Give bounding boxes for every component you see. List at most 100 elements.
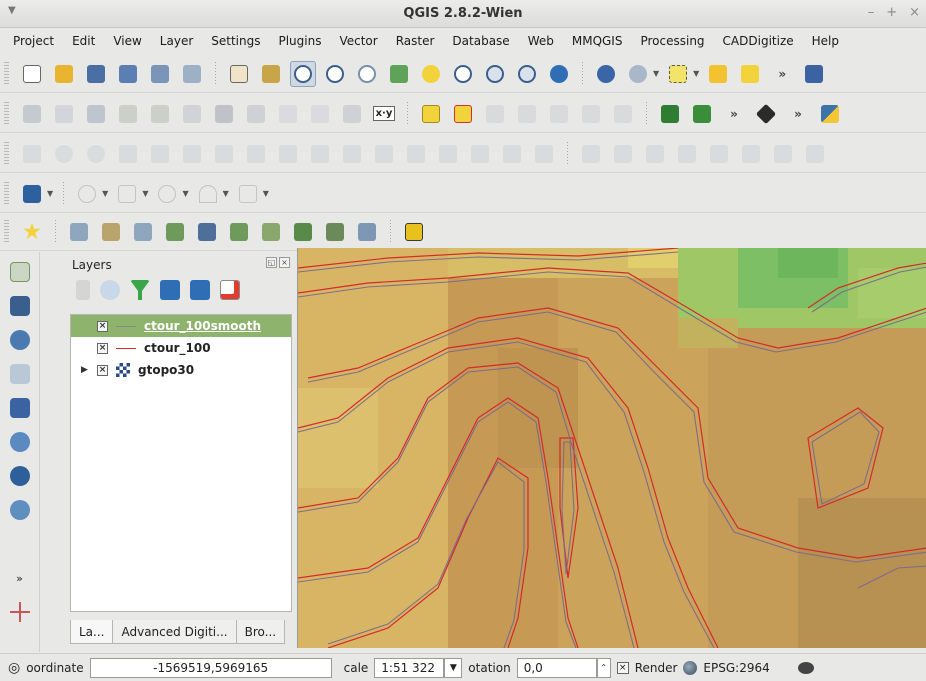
crosshair-icon[interactable] bbox=[5, 598, 35, 626]
render-checkbox[interactable]: × bbox=[616, 661, 629, 674]
visibility-eye-icon[interactable] bbox=[100, 280, 120, 300]
label-abc-icon[interactable] bbox=[418, 101, 444, 127]
remove-layer-icon[interactable] bbox=[220, 280, 240, 300]
menu-help[interactable]: Help bbox=[803, 34, 848, 48]
identify-icon[interactable] bbox=[593, 61, 619, 87]
crs-globe-icon[interactable] bbox=[683, 660, 698, 675]
chevron-down-icon[interactable]: ▼ bbox=[263, 189, 269, 198]
maximize-button[interactable]: + bbox=[886, 5, 897, 20]
chevron-down-icon[interactable]: ▼ bbox=[102, 189, 108, 198]
label-rotate-icon[interactable] bbox=[514, 101, 540, 127]
ellipse-tool-icon[interactable] bbox=[154, 181, 180, 207]
expression-icon[interactable] bbox=[737, 61, 763, 87]
table-icon[interactable] bbox=[322, 219, 348, 245]
label-show-icon[interactable] bbox=[578, 101, 604, 127]
zoom-next-icon[interactable] bbox=[514, 61, 540, 87]
digitize-tool-6-icon[interactable] bbox=[243, 141, 269, 167]
zoom-in-icon[interactable] bbox=[290, 60, 316, 87]
add-vector-layer-icon[interactable] bbox=[5, 258, 35, 286]
arc-tool-icon[interactable] bbox=[195, 181, 221, 207]
tab-browser[interactable]: Bro... bbox=[235, 620, 286, 644]
digitize-tool-1-icon[interactable] bbox=[19, 141, 45, 167]
more-icon[interactable]: » bbox=[769, 61, 795, 87]
more-icon[interactable]: » bbox=[5, 564, 35, 592]
chevron-down-icon[interactable]: ▼ bbox=[223, 189, 229, 198]
digitize-tool-7-icon[interactable] bbox=[275, 141, 301, 167]
menu-project[interactable]: Project bbox=[4, 34, 63, 48]
log-messages-icon[interactable] bbox=[797, 661, 814, 674]
menu-vector[interactable]: Vector bbox=[330, 34, 386, 48]
processing-icon[interactable] bbox=[753, 101, 779, 127]
expand-layers-icon[interactable] bbox=[160, 280, 180, 300]
add-mssql-layer-icon[interactable] bbox=[5, 394, 35, 422]
add-wcs-layer-icon[interactable] bbox=[5, 462, 35, 490]
add-spatialite-layer-icon[interactable] bbox=[5, 360, 35, 388]
digitize-tool-10-icon[interactable] bbox=[371, 141, 397, 167]
expand-arrow-icon[interactable]: ▶ bbox=[81, 365, 88, 375]
node-tool-icon[interactable] bbox=[179, 101, 205, 127]
toolbar-handle[interactable] bbox=[4, 141, 9, 166]
gps-icon[interactable] bbox=[401, 219, 427, 245]
digitize-tool-8-icon[interactable] bbox=[307, 141, 333, 167]
tab-advanced-digitizing[interactable]: Advanced Digiti... bbox=[112, 620, 237, 644]
rotation-spinner[interactable]: ⌃ bbox=[596, 657, 611, 678]
menu-processing[interactable]: Processing bbox=[631, 34, 713, 48]
menu-layer[interactable]: Layer bbox=[151, 34, 202, 48]
filter-legend-icon[interactable] bbox=[130, 280, 150, 300]
new-memory-icon[interactable] bbox=[226, 219, 252, 245]
refresh-icon[interactable] bbox=[546, 61, 572, 87]
chevron-down-icon[interactable]: ▼ bbox=[142, 189, 148, 198]
chevron-down-icon[interactable]: ▼ bbox=[47, 189, 53, 198]
digitize-tool-21-icon[interactable] bbox=[738, 141, 764, 167]
raster-calc-icon[interactable] bbox=[657, 101, 683, 127]
circle-tool-icon[interactable] bbox=[74, 181, 100, 207]
help-icon[interactable] bbox=[801, 61, 827, 87]
field-calculator-icon[interactable] bbox=[705, 61, 731, 87]
new-project-icon[interactable] bbox=[19, 61, 45, 87]
paste-icon[interactable] bbox=[307, 101, 333, 127]
menu-plugins[interactable]: Plugins bbox=[269, 34, 330, 48]
toolbar-handle[interactable] bbox=[4, 61, 9, 86]
edit-pencil-icon[interactable] bbox=[19, 101, 45, 127]
save-as-icon[interactable] bbox=[115, 61, 141, 87]
digitize-tool-16-icon[interactable] bbox=[578, 141, 604, 167]
digitize-tool-15-icon[interactable] bbox=[531, 141, 557, 167]
select-icon[interactable] bbox=[625, 61, 651, 87]
toggle-editing-icon[interactable] bbox=[51, 101, 77, 127]
zoom-last-icon[interactable] bbox=[482, 61, 508, 87]
more-icon[interactable]: » bbox=[721, 101, 747, 127]
pan-to-selection-icon[interactable] bbox=[258, 61, 284, 87]
undo-icon[interactable] bbox=[51, 141, 77, 167]
minimize-button[interactable]: – bbox=[868, 5, 875, 20]
layer-visibility-checkbox[interactable]: × bbox=[97, 342, 108, 354]
zoom-out-icon[interactable] bbox=[322, 61, 348, 87]
digitize-tool-2-icon[interactable] bbox=[115, 141, 141, 167]
zoom-actual-icon[interactable] bbox=[354, 61, 380, 87]
label-change-icon[interactable] bbox=[546, 101, 572, 127]
digitize-tool-17-icon[interactable] bbox=[610, 141, 636, 167]
layer-row-ctour-100smooth[interactable]: × ctour_100smooth bbox=[71, 315, 291, 337]
python-icon[interactable] bbox=[817, 101, 843, 127]
export-icon[interactable] bbox=[354, 219, 380, 245]
digitize-tool-12-icon[interactable] bbox=[435, 141, 461, 167]
new-vector-icon[interactable] bbox=[162, 219, 188, 245]
xy-label-icon[interactable]: x·y bbox=[371, 101, 397, 127]
favorites-star-icon[interactable] bbox=[19, 219, 45, 245]
panel-float-button[interactable]: ◱ bbox=[266, 257, 277, 268]
chevron-down-icon[interactable]: ▼ bbox=[653, 69, 659, 78]
new-print-composer-icon[interactable] bbox=[147, 61, 173, 87]
digitize-tool-3-icon[interactable] bbox=[147, 141, 173, 167]
digitize-tool-11-icon[interactable] bbox=[403, 141, 429, 167]
label-pin-icon[interactable] bbox=[450, 101, 476, 127]
toolbar-handle[interactable] bbox=[4, 181, 9, 206]
collapse-layers-icon[interactable] bbox=[190, 280, 210, 300]
digitize-tool-23-icon[interactable] bbox=[802, 141, 828, 167]
coordinate-field[interactable]: -1569519,5969165 bbox=[89, 657, 332, 678]
layer-tool-3-icon[interactable] bbox=[130, 219, 156, 245]
edit-feature-icon[interactable] bbox=[290, 219, 316, 245]
chevron-down-icon[interactable]: ▼ bbox=[182, 189, 188, 198]
messages-icon[interactable]: ◎ bbox=[8, 660, 20, 676]
scale-dropdown-icon[interactable]: ▼ bbox=[444, 657, 463, 678]
more-icon[interactable]: » bbox=[785, 101, 811, 127]
layer-row-gtopo30[interactable]: ▶ × gtopo30 bbox=[71, 359, 291, 381]
